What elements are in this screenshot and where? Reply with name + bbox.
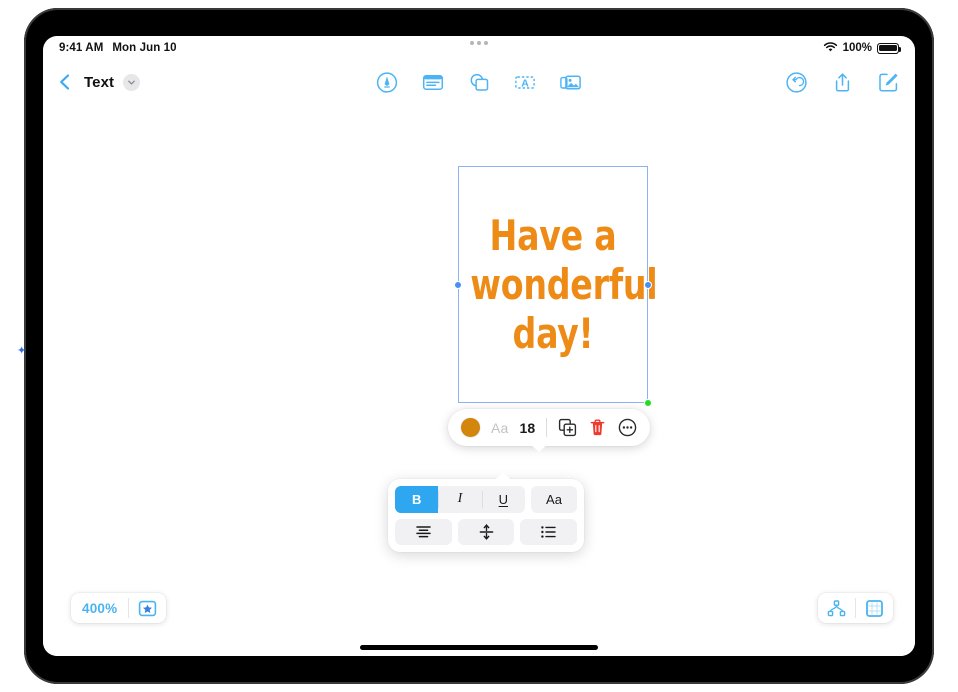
svg-text:A: A [521, 77, 529, 89]
status-bar-left: 9:41 AM Mon Jun 10 [59, 42, 177, 54]
home-indicator [360, 645, 598, 650]
floating-format-bar: Aa 18 [448, 409, 651, 446]
ipad-screen: 9:41 AM Mon Jun 10 100% Text A Have a wo… [43, 36, 915, 656]
resize-handle-bottom-right[interactable] [644, 399, 652, 407]
text-format-panel: B I U Aa [388, 472, 584, 552]
battery-percent-label: 100% [842, 42, 872, 54]
grid-frame-icon[interactable] [856, 599, 893, 618]
trash-icon[interactable] [588, 418, 607, 437]
markup-pen-icon[interactable] [375, 70, 400, 95]
resize-handle-right[interactable] [644, 280, 652, 289]
text-align-center-icon[interactable] [395, 518, 452, 545]
vertical-align-center-icon[interactable] [457, 518, 515, 545]
bold-button[interactable]: B [395, 486, 439, 513]
canvas-view-tools-pill [818, 593, 893, 623]
text-box-icon[interactable]: A [513, 70, 538, 95]
nav-bar-left: Text [55, 72, 141, 92]
status-time: 9:41 AM [59, 42, 104, 54]
multitask-dots-icon[interactable] [470, 41, 488, 45]
color-swatch-button[interactable] [461, 418, 480, 437]
ipad-device-frame: ✦ 9:41 AM Mon Jun 10 100% Text A Have a … [17, 8, 934, 684]
document-canvas[interactable]: Have a wonderful day! Aa 18 B I U Aa 400… [43, 104, 915, 656]
nav-bar-center-tools: A [375, 70, 584, 95]
resize-handle-left[interactable] [454, 280, 462, 289]
note-icon[interactable] [421, 70, 446, 95]
photo-stack-icon[interactable] [559, 70, 584, 95]
chevron-left-icon[interactable] [55, 72, 75, 92]
page-title[interactable]: Text [84, 74, 114, 91]
status-date: Mon Jun 10 [112, 42, 177, 54]
text-style-group: B I U [395, 486, 525, 513]
shapes-icon[interactable] [467, 70, 492, 95]
selected-text-object[interactable]: Have a wonderful day! [454, 166, 658, 407]
zoom-control-pill: 400% [71, 593, 167, 623]
format-panel-pointer [495, 472, 511, 480]
undo-circle-icon[interactable] [784, 70, 809, 95]
star-square-icon[interactable] [129, 599, 166, 618]
italic-button[interactable]: I [438, 486, 482, 513]
share-up-arrow-icon[interactable] [830, 70, 855, 95]
format-panel-row-1: B I U Aa [395, 486, 577, 513]
node-hierarchy-icon[interactable] [818, 599, 855, 618]
text-object-content[interactable]: Have a wonderful day! [470, 211, 657, 358]
font-style-button[interactable]: Aa [531, 486, 577, 513]
battery-full-icon [877, 42, 902, 54]
font-label[interactable]: Aa [491, 420, 509, 436]
compose-pencil-square-icon[interactable] [876, 70, 901, 95]
bezel-artifact-mark: ✦ [17, 345, 27, 357]
format-bar-divider [546, 418, 548, 437]
status-bar-right: 100% [823, 41, 902, 56]
duplicate-layers-icon[interactable] [558, 418, 577, 437]
bulleted-list-icon[interactable] [520, 518, 578, 545]
chevron-down-icon[interactable] [123, 73, 141, 91]
navigation-bar: Text A [43, 60, 915, 104]
zoom-level-value[interactable]: 400% [71, 601, 128, 616]
nav-bar-right-tools [784, 70, 901, 95]
status-bar: 9:41 AM Mon Jun 10 100% [43, 36, 915, 60]
ellipsis-circle-icon[interactable] [618, 418, 637, 437]
format-bar-pointer [530, 444, 548, 452]
font-size-value[interactable]: 18 [520, 420, 536, 436]
format-panel-row-2 [395, 518, 578, 545]
underline-button[interactable]: U [481, 486, 525, 513]
wifi-icon [823, 41, 838, 56]
